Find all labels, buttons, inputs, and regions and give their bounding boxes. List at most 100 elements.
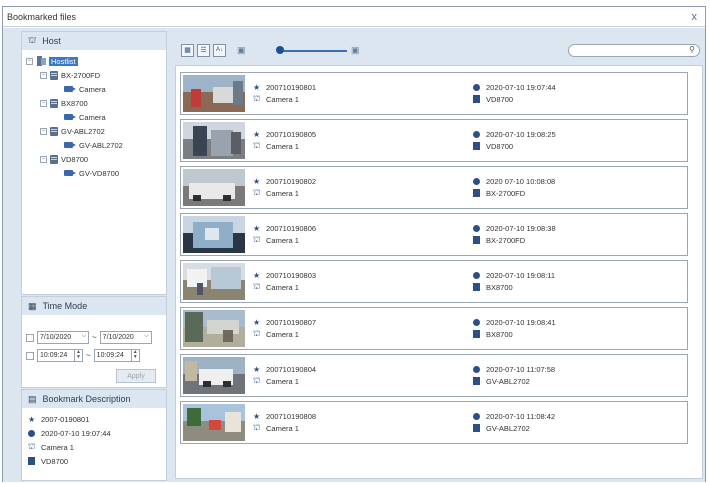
bookmark-thumbnail[interactable] [183, 357, 245, 394]
time-separator: ~ [86, 351, 91, 360]
bookmark-thumbnail[interactable] [183, 122, 245, 159]
tree-node-server[interactable]: − BX8700 [26, 96, 166, 110]
server-icon [28, 457, 35, 465]
tree-node-hostlist[interactable]: − Hostlist [26, 54, 166, 68]
bookmark-id: 200710190807 [266, 317, 317, 327]
desc-id: 2007-0190801 [41, 414, 90, 424]
time-spinner-icon[interactable]: ▲ ▼ [130, 350, 139, 361]
zoom-in-icon[interactable]: ▣ [351, 45, 360, 56]
bookmark-camera: Camera 1 [266, 282, 299, 292]
bookmark-thumbnail[interactable] [183, 404, 245, 441]
star-icon: ★ [253, 176, 261, 186]
desc-id-row: ★ 2007-0190801 [22, 412, 166, 426]
tree-node-camera[interactable]: GV-VD8700 [26, 166, 166, 180]
clock-icon [473, 83, 480, 91]
thumbnail-shape [193, 126, 207, 156]
start-date-picker[interactable]: 7/10/2020 ⌵ [37, 331, 89, 344]
date-range-checkbox[interactable] [26, 333, 34, 342]
host-panel-icon: ⛫ [28, 35, 37, 45]
bookmark-thumbnail[interactable] [183, 310, 245, 347]
server-icon [473, 189, 480, 197]
tree-node-server[interactable]: − VD8700 [26, 152, 166, 166]
start-time-field[interactable]: 10:09:24 ▲ ▼ [37, 349, 83, 362]
search-icon[interactable]: ⚲ [689, 45, 695, 54]
camera-icon: ⛫ [253, 329, 261, 338]
bookmark-card[interactable]: ★ 200710190805 ⛫ Camera 1 2020-07-10 19:08:2… [180, 119, 688, 162]
camera-icon [64, 113, 76, 121]
zoom-slider-track[interactable] [279, 50, 347, 52]
tree-node-label: GV-VD8700 [79, 168, 120, 178]
bookmark-datetime-row: 2020-07-10 19:07:44 [473, 81, 556, 93]
host-panel-title: Host [42, 36, 61, 46]
bookmark-datetime-row: 2020-07-10 11:07:58 [473, 363, 555, 375]
thumbnail-shape [231, 132, 241, 154]
tree-collapse-icon[interactable]: − [40, 155, 47, 163]
bookmarked-files-window: Bookmarked files x ⛫ Host − Hostlist − BX-2… [2, 6, 706, 482]
tree-node-camera[interactable]: Camera [26, 110, 166, 124]
camera-icon: ⛫ [253, 141, 261, 150]
sort-button[interactable]: A↓ [213, 44, 226, 57]
tree-collapse-icon[interactable]: − [40, 99, 47, 107]
bookmark-datetime-row: 2020 07-10 10:08:08 [473, 175, 555, 187]
bookmark-thumbnail[interactable] [183, 263, 245, 300]
bookmark-thumbnail[interactable] [183, 75, 245, 112]
bookmark-camera-row: ⛫ Camera 1 [253, 328, 316, 340]
bookmark-card[interactable]: ★ 200710190807 ⛫ Camera 1 2020-07-10 19:08:4… [180, 307, 688, 350]
tree-node-server[interactable]: − GV-ABL2702 [26, 124, 166, 138]
bookmark-datetime-row: 2020-07-10 19:08:11 [473, 269, 555, 281]
tree-node-camera[interactable]: Camera [26, 82, 166, 96]
bookmark-camera-row: ⛫ Camera 1 [253, 187, 316, 199]
bookmark-description-title: Bookmark Description [42, 394, 131, 404]
bookmark-card[interactable]: ★ 200710190801 ⛫ Camera 1 2020-07-10 19:07:4… [180, 72, 688, 115]
tree-node-camera[interactable]: GV-ABL2702 [26, 138, 166, 152]
bookmark-card[interactable]: ★ 200710190802 ⛫ Camera 1 2020 07-10 10:08:0… [180, 166, 688, 209]
thumbnail-shape [233, 81, 243, 105]
server-icon [50, 98, 58, 108]
grid-view-button[interactable]: ▦ [181, 44, 194, 57]
bookmark-info: ★ 200710190805 ⛫ Camera 1 [253, 128, 316, 152]
bookmark-datetime-row: 2020-07-10 11:08:42 [473, 410, 555, 422]
close-icon[interactable]: x [692, 11, 698, 23]
server-icon [50, 126, 58, 136]
desc-datetime: 2020-07-10 19:07:44 [41, 428, 111, 438]
tree-collapse-icon[interactable]: − [26, 57, 33, 65]
thumbnail-shape [185, 361, 197, 381]
bookmark-card[interactable]: ★ 200710190804 ⛫ Camera 1 2020-07-10 11:07:5… [180, 354, 688, 397]
zoom-out-icon[interactable]: ▣ [237, 45, 246, 56]
camera-icon [64, 85, 76, 93]
zoom-slider-thumb[interactable] [275, 46, 284, 54]
chevron-down-icon[interactable]: ⌵ [81, 333, 86, 340]
time-spinner-icon[interactable]: ▲ ▼ [74, 350, 82, 361]
apply-button[interactable]: Apply [116, 369, 156, 383]
thumbnail-shape [193, 195, 201, 201]
bookmark-thumbnail[interactable] [183, 169, 245, 206]
host-panel-header: ⛫ Host [22, 32, 166, 50]
bookmark-id-row: ★ 200710190801 [253, 81, 316, 93]
chevron-down-icon[interactable]: ⌵ [144, 333, 149, 340]
tree-node-server[interactable]: − BX-2700FD [26, 68, 166, 82]
host-panel: ⛫ Host − Hostlist − BX-2700FD Camera − BX8700 C… [21, 31, 167, 295]
bookmark-datetime: 2020-07-10 11:07:58 [486, 364, 556, 374]
camera-icon: ⛫ [253, 94, 261, 103]
tree-collapse-icon[interactable]: − [40, 71, 47, 79]
end-time-field[interactable]: 10:09:24 ▲ ▼ [93, 349, 140, 362]
bookmark-card[interactable]: ★ 200710190806 ⛫ Camera 1 2020-07-10 19:08:3… [180, 213, 688, 256]
thumbnail-shape [223, 195, 231, 201]
list-view-button[interactable]: ☰ [197, 44, 210, 57]
bookmark-info: ★ 200710190801 ⛫ Camera 1 [253, 81, 316, 105]
bookmark-meta: 2020-07-10 11:07:58 GV-ABL2702 [473, 363, 555, 387]
bookmark-id: 200710190801 [266, 82, 317, 92]
bookmark-card[interactable]: ★ 200710190808 ⛫ Camera 1 2020-07-10 11:08:4… [180, 401, 688, 444]
search-input[interactable]: ⚲ [568, 44, 700, 57]
bookmark-card[interactable]: ★ 200710190803 ⛫ Camera 1 2020-07-10 19:08:1… [180, 260, 688, 303]
time-mode-panel: ▦ Time Mode 7/10/2020 ⌵ ~ 7/10/2020 ⌵ 10… [21, 296, 167, 388]
time-mode-title: Time Mode [42, 301, 88, 311]
bookmark-id-row: ★ 200710190808 [253, 410, 316, 422]
time-range-checkbox[interactable] [26, 351, 34, 360]
bookmark-info: ★ 200710190806 ⛫ Camera 1 [253, 222, 316, 246]
tree-collapse-icon[interactable]: − [40, 127, 47, 135]
star-icon: ★ [253, 364, 261, 374]
thumbnail-shape [191, 89, 201, 107]
bookmark-thumbnail[interactable] [183, 216, 245, 253]
end-date-picker[interactable]: 7/10/2020 ⌵ [99, 331, 152, 344]
